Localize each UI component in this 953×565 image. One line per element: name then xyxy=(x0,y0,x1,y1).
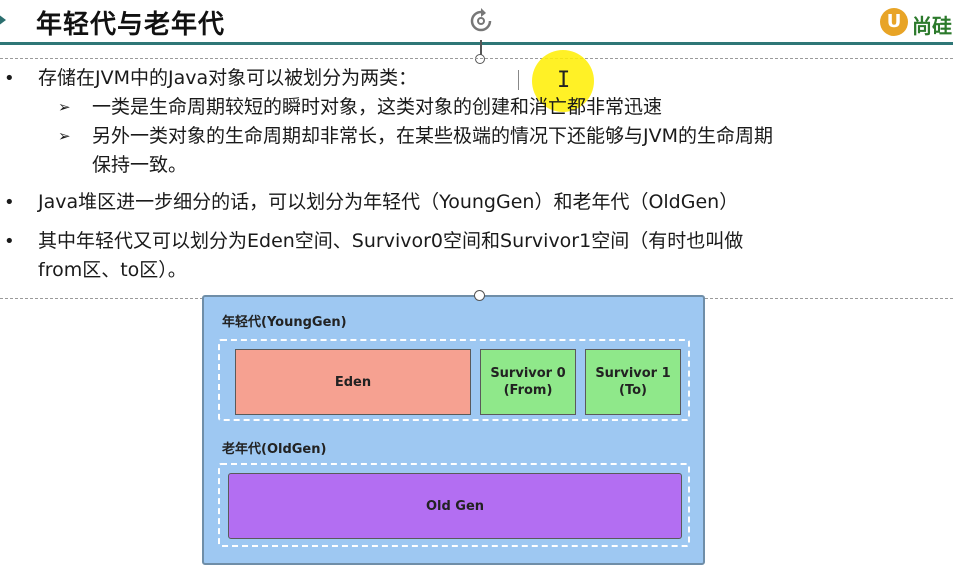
text-caret xyxy=(518,70,519,90)
slide-title: 年轻代与老年代 xyxy=(36,10,226,40)
eden-box: Eden xyxy=(235,349,471,415)
arrow-bullet-icon: ➢ xyxy=(58,98,71,116)
young-gen-label: 年轻代(YoungGen) xyxy=(222,315,347,330)
sub-bullet-text: 一类是生命周期较短的瞬时对象，这类对象的创建和消亡都非常迅速 xyxy=(92,96,663,118)
text-cursor-icon: I xyxy=(557,68,571,93)
selection-handle-top[interactable] xyxy=(475,54,485,64)
logo-text: 尚硅 xyxy=(912,14,952,38)
bullet-text: 存储在JVM中的Java对象可以被划分为两类： xyxy=(38,67,418,89)
sub-bullet-text: 另外一类对象的生命周期却非常长，在某些极端的情况下还能够与JVM的生命周期 xyxy=(92,125,773,147)
old-gen-label: 老年代(OldGen) xyxy=(222,442,327,457)
rotate-anchor-icon[interactable] xyxy=(468,8,494,34)
slide-header: 年轻代与老年代 U 尚硅 xyxy=(0,0,953,44)
bullet-text: from区、to区）。 xyxy=(38,259,187,281)
bullet-dot-icon: • xyxy=(4,231,15,252)
textbox-border-top xyxy=(0,58,953,59)
header-rule xyxy=(0,42,953,45)
survivor0-box: Survivor 0 (From) xyxy=(480,349,576,415)
bullet-dot-icon: • xyxy=(4,192,15,213)
selection-handle-diagram[interactable] xyxy=(474,290,485,301)
sub-bullet-text: 保持一致。 xyxy=(92,154,188,176)
survivor1-box: Survivor 1 (To) xyxy=(585,349,681,415)
arrow-bullet-icon: ➢ xyxy=(58,127,71,145)
old-gen-box: Old Gen xyxy=(228,473,682,539)
brand-logo: U 尚硅 xyxy=(880,6,953,38)
bullet-text: Java堆区进一步细分的话，可以划分为年轻代（YoungGen）和老年代（Old… xyxy=(38,191,739,213)
bullet-dot-icon: • xyxy=(4,68,15,89)
heap-diagram[interactable]: 年轻代(YoungGen) Eden Survivor 0 (From) Sur… xyxy=(202,295,705,565)
header-marker-icon xyxy=(0,14,6,26)
logo-mark-icon: U xyxy=(880,8,908,36)
bullet-text: 其中年轻代又可以划分为Eden空间、Survivor0空间和Survivor1空… xyxy=(38,230,744,252)
